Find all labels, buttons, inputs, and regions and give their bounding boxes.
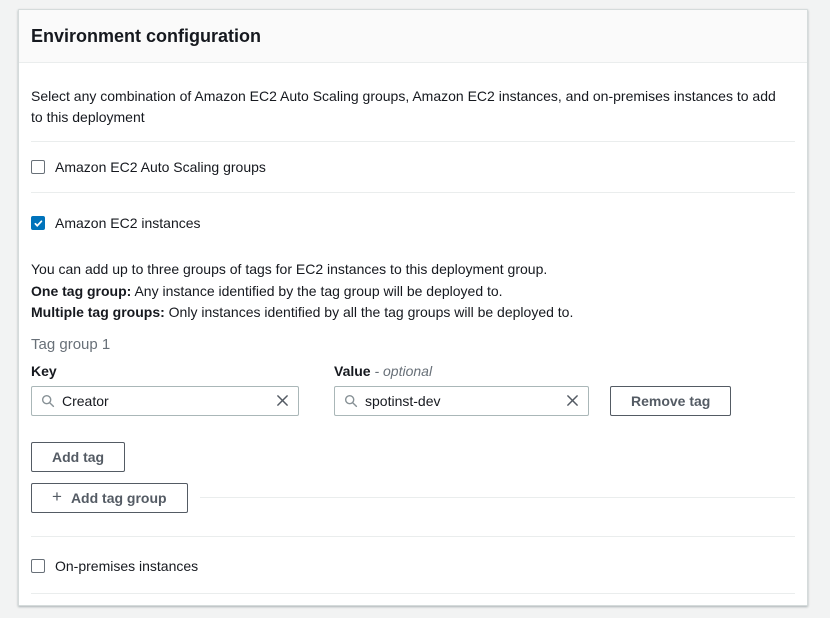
value-optional-label: - optional: [374, 363, 432, 379]
value-input[interactable]: [365, 393, 557, 409]
section-divider: [31, 192, 795, 193]
ec2-tags-help-text: You can add up to three groups of tags f…: [31, 259, 795, 324]
key-label: Key: [31, 363, 299, 379]
panel-body: Select any combination of Amazon EC2 Aut…: [19, 86, 807, 609]
on-premises-checkbox[interactable]: [31, 559, 45, 573]
tag-group-title: Tag group 1: [31, 336, 795, 353]
value-input-box[interactable]: [334, 386, 589, 416]
add-tag-group-row: + Add tag group: [31, 483, 795, 513]
ec2-instances-checkbox[interactable]: [31, 216, 45, 230]
close-icon: [566, 394, 579, 407]
search-icon: [344, 394, 358, 408]
help-line-1: You can add up to three groups of tags f…: [31, 259, 795, 281]
panel-title: Environment configuration: [31, 26, 795, 47]
ec2-instances-label[interactable]: Amazon EC2 instances: [55, 215, 201, 231]
auto-scaling-groups-label[interactable]: Amazon EC2 Auto Scaling groups: [55, 159, 266, 175]
key-clear-button[interactable]: [267, 394, 298, 407]
option-row-auto-scaling-groups[interactable]: Amazon EC2 Auto Scaling groups: [31, 152, 795, 182]
add-tag-group-button[interactable]: + Add tag group: [31, 483, 188, 513]
help-line-2: One tag group: Any instance identified b…: [31, 281, 795, 303]
add-tag-group-label: Add tag group: [71, 490, 167, 506]
key-input[interactable]: [62, 393, 267, 409]
section-divider: [31, 593, 795, 594]
value-clear-button[interactable]: [557, 394, 588, 407]
remove-tag-button[interactable]: Remove tag: [610, 386, 731, 416]
plus-icon: +: [52, 487, 62, 507]
value-field: Value - optional: [334, 363, 589, 416]
key-input-box[interactable]: [31, 386, 299, 416]
environment-configuration-panel: Environment configuration Select any com…: [18, 9, 808, 606]
option-row-ec2-instances[interactable]: Amazon EC2 instances: [31, 208, 795, 238]
search-icon: [41, 394, 55, 408]
auto-scaling-groups-checkbox[interactable]: [31, 160, 45, 174]
horizontal-rule: [200, 497, 795, 498]
section-divider: [31, 141, 795, 142]
add-tag-button[interactable]: Add tag: [31, 442, 125, 472]
panel-description: Select any combination of Amazon EC2 Aut…: [31, 86, 791, 128]
check-icon: [33, 218, 44, 229]
option-row-on-premises[interactable]: On-premises instances: [31, 551, 795, 581]
on-premises-label[interactable]: On-premises instances: [55, 558, 198, 574]
panel-header: Environment configuration: [19, 10, 807, 63]
section-divider: [31, 536, 795, 537]
help-line-3: Multiple tag groups: Only instances iden…: [31, 302, 795, 324]
close-icon: [276, 394, 289, 407]
value-label: Value - optional: [334, 363, 589, 379]
tag-fields-row: Key: [31, 363, 795, 416]
key-field: Key: [31, 363, 299, 416]
